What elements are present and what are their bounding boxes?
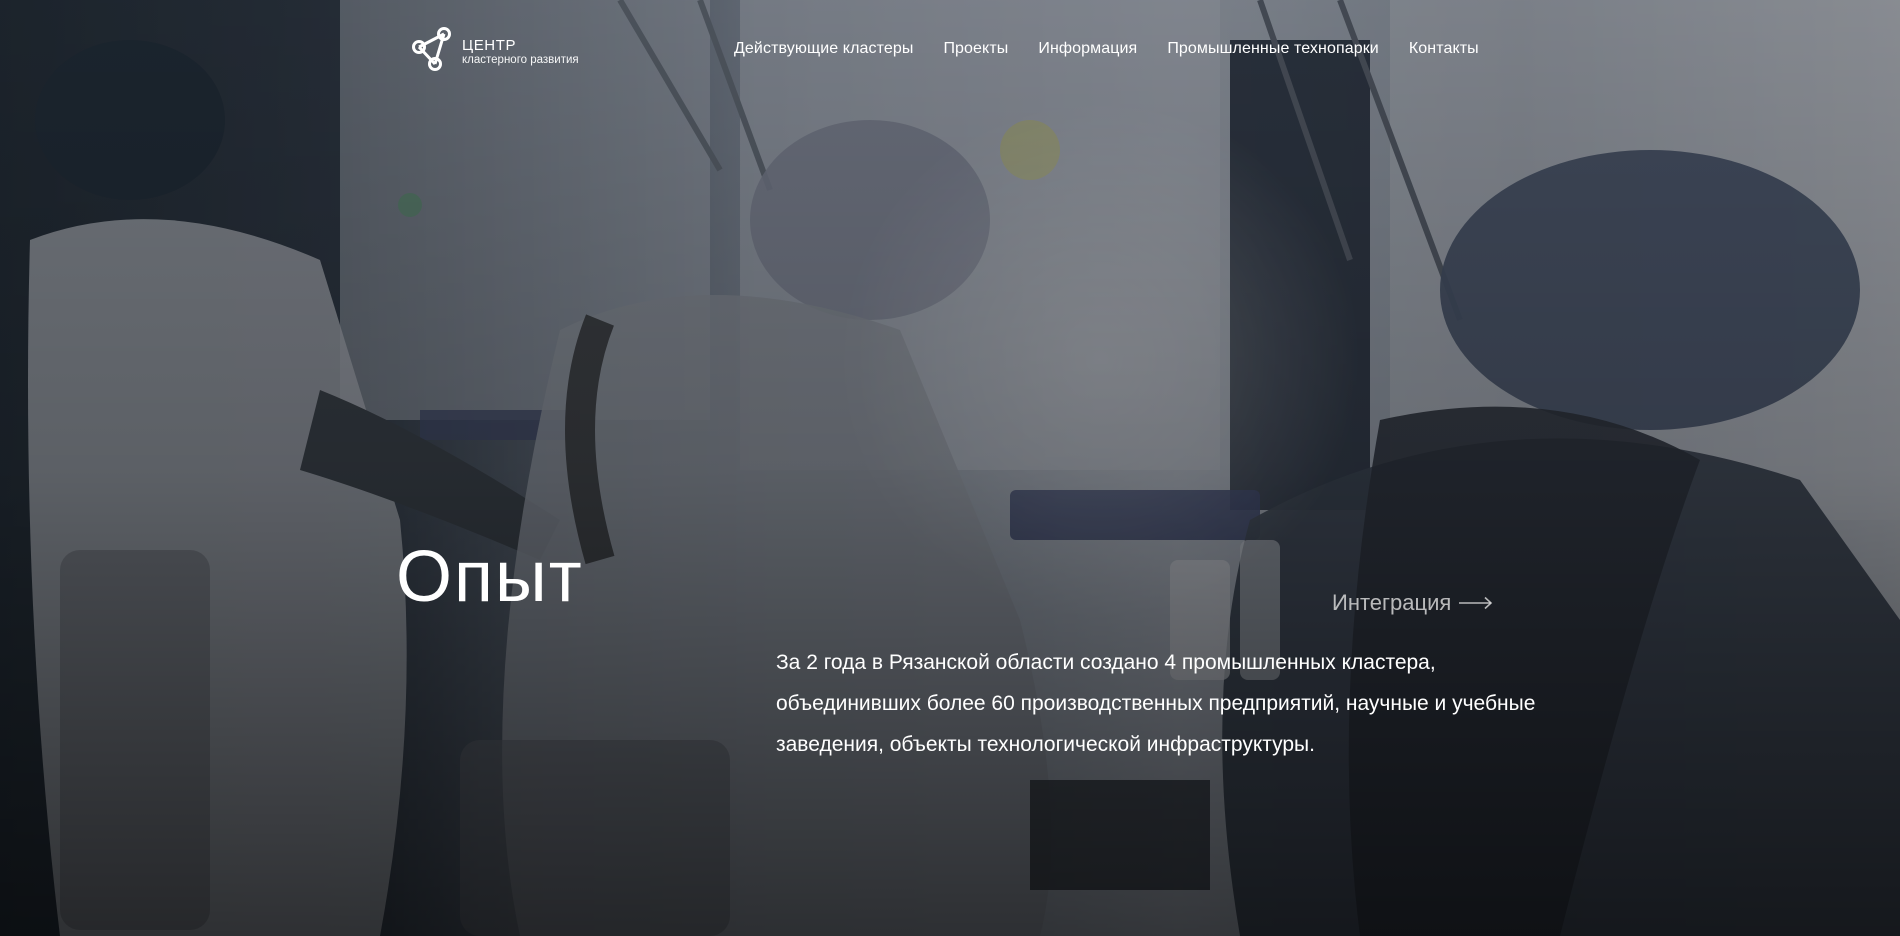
nav-item-projects[interactable]: Проекты bbox=[943, 40, 1008, 58]
nav-item-active-clusters[interactable]: Действующие кластеры bbox=[734, 40, 913, 58]
arrow-right-icon bbox=[1459, 596, 1493, 610]
site-logo[interactable]: ЦЕНТР кластерного развития bbox=[410, 26, 579, 72]
nav-item-information[interactable]: Информация bbox=[1038, 40, 1137, 58]
main-nav: Действующие кластеры Проекты Информация … bbox=[734, 40, 1479, 58]
integration-link-label: Интеграция bbox=[1332, 590, 1452, 615]
hero-title: Опыт bbox=[396, 537, 584, 617]
nav-item-industrial-technoparks[interactable]: Промышленные технопарки bbox=[1167, 40, 1379, 58]
logo-text: ЦЕНТР кластерного развития bbox=[462, 32, 579, 67]
integration-link[interactable]: Интеграция bbox=[1332, 590, 1493, 616]
logo-subtitle: кластерного развития bbox=[462, 53, 579, 66]
hero-description: За 2 года в Рязанской области создано 4 … bbox=[776, 651, 1536, 756]
site-header: ЦЕНТР кластерного развития Действующие к… bbox=[0, 0, 1900, 100]
logo-title: ЦЕНТР bbox=[462, 36, 517, 54]
network-triangle-icon bbox=[412, 27, 451, 71]
nav-item-contacts[interactable]: Контакты bbox=[1409, 40, 1479, 58]
hero-background-image bbox=[0, 0, 1900, 936]
